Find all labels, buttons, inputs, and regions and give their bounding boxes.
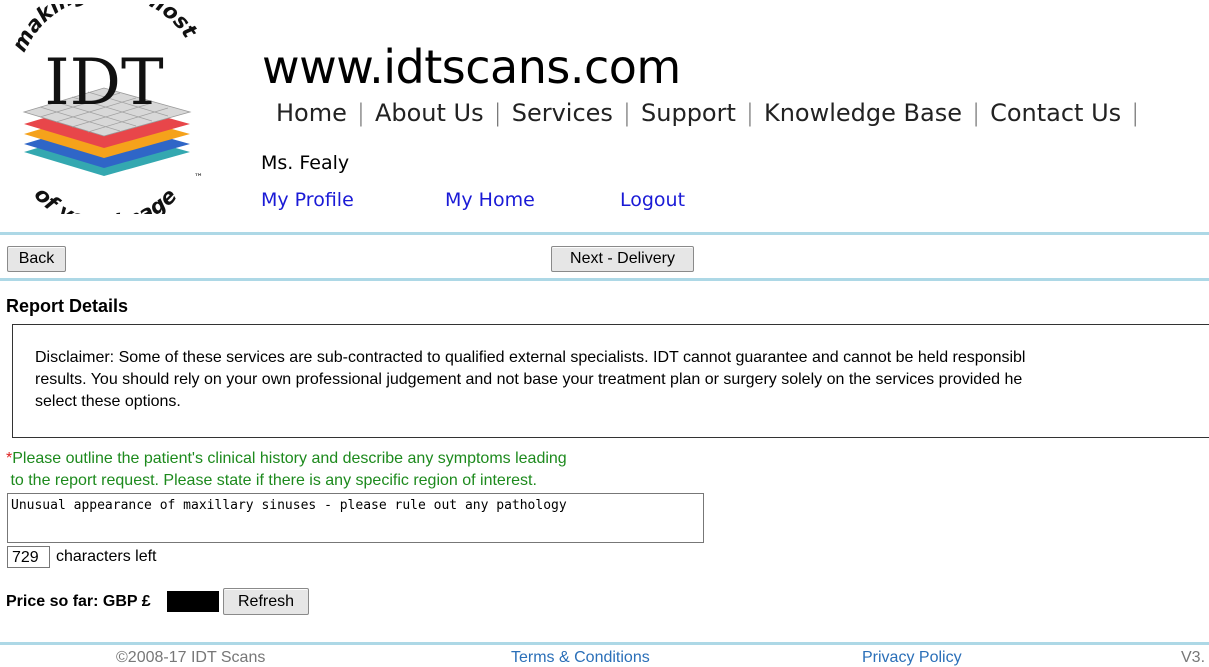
main-nav: Home | About Us | Services | Support | Knowledge… [276,98,1149,128]
section-title: Report Details [6,296,129,316]
logo-bottom-text: of your image [30,182,182,214]
characters-left-field: 729 [7,546,50,568]
back-button[interactable]: Back [7,246,66,272]
divider [0,232,1209,235]
logo-main-text: IDT [44,46,164,120]
user-name: Ms. Fealy [261,152,350,174]
logout-link[interactable]: Logout [620,189,685,211]
my-home-link[interactable]: My Home [445,189,535,211]
logo-trademark: ™ [194,173,203,183]
disclaimer-box: Disclaimer: Some of these services are s… [12,324,1209,438]
nav-support[interactable]: Support [641,98,736,128]
divider [0,278,1209,281]
prompt-line: to the report request. Please state if t… [6,472,537,489]
nav-about-us[interactable]: About Us [375,98,484,128]
site-title: www.idtscans.com [262,40,681,94]
divider [0,642,1209,645]
disclaimer-line: select these options. [35,393,181,410]
nav-separator: | [1131,99,1140,127]
nav-separator: | [356,99,365,127]
disclaimer-line: results. You should rely on your own pro… [35,371,1023,388]
disclaimer-line: Disclaimer: Some of these services are s… [35,349,1026,366]
next-delivery-button[interactable]: Next - Delivery [551,246,694,272]
characters-left-label: characters left [56,548,157,565]
nav-separator: | [622,99,632,127]
nav-knowledge-base[interactable]: Knowledge Base [764,98,962,128]
my-profile-link[interactable]: My Profile [261,189,354,211]
nav-contact-us[interactable]: Contact Us [990,98,1121,128]
version-label: V3. [1181,649,1206,666]
nav-home[interactable]: Home [276,98,347,128]
nav-separator: | [493,99,502,127]
prompt-line: Please outline the patient's clinical hi… [12,450,567,467]
terms-link[interactable]: Terms & Conditions [511,649,650,667]
nav-separator: | [745,99,754,127]
history-prompt: *Please outline the patient's clinical h… [6,448,567,492]
footer-copyright: ©2008-17 IDT Scans [116,649,266,666]
price-label: Price so far: GBP £ [6,593,151,610]
nav-separator: | [971,99,981,127]
idt-logo-graphic: IDT making the most of your image ™ [7,0,203,235]
price-value-redacted [167,591,219,612]
idt-logo: IDT making the most of your image ™ [4,0,204,235]
refresh-button[interactable]: Refresh [223,588,309,615]
privacy-link[interactable]: Privacy Policy [862,649,962,667]
clinical-history-textarea[interactable]: Unusual appearance of maxillary sinuses … [7,493,704,543]
nav-services[interactable]: Services [512,98,613,128]
